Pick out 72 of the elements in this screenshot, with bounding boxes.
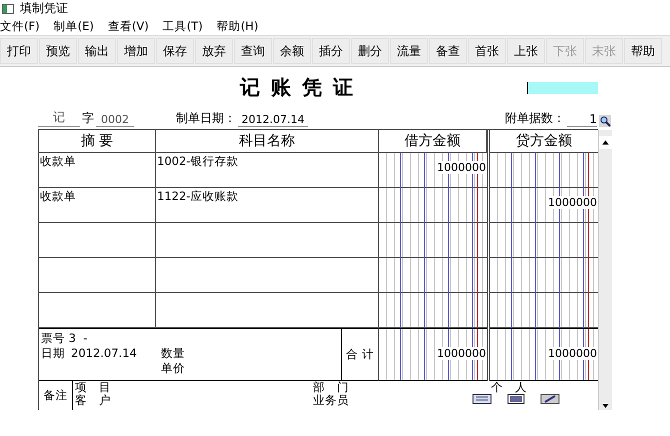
- summary-cell[interactable]: [39, 258, 156, 293]
- input-field[interactable]: [527, 82, 598, 94]
- voucher-number-field[interactable]: 0002: [96, 113, 134, 127]
- amount-cell[interactable]: [490, 223, 598, 258]
- quantity-label: 数量: [161, 346, 185, 361]
- attachments-label: 附单据数：: [505, 110, 565, 127]
- word-label: 字: [82, 110, 94, 127]
- total-amount-cell: 1000000: [379, 328, 487, 381]
- menu-item[interactable]: 制单(E): [54, 18, 94, 34]
- summary-cell[interactable]: 收款单: [39, 153, 156, 188]
- attachments-field[interactable]: 1: [567, 112, 597, 127]
- date-value: 2012.07.14: [71, 346, 138, 362]
- toolbar-button[interactable]: 插分: [312, 38, 350, 64]
- total-label: 合 计: [346, 347, 374, 362]
- remarks-label: 备注: [44, 389, 68, 402]
- date-label: 日期: [41, 346, 65, 362]
- column-header: 借方金额: [379, 130, 487, 153]
- amount-cell[interactable]: 1000000: [490, 188, 598, 223]
- menu-item[interactable]: 查看(V): [108, 18, 149, 34]
- person-label: 个 人: [491, 381, 527, 394]
- toolbar-button[interactable]: 打印: [0, 38, 38, 64]
- price-label: 单价: [161, 361, 185, 376]
- account-cell[interactable]: [156, 258, 379, 293]
- toolbar-button[interactable]: 保存: [156, 38, 194, 64]
- toolbar-button[interactable]: 首张: [468, 38, 506, 64]
- total-amount-cell: 1000000: [490, 328, 598, 381]
- account-cell[interactable]: [156, 293, 379, 328]
- date-label: 制单日期：: [176, 110, 236, 127]
- amount-cell[interactable]: [490, 293, 598, 328]
- scrollbar[interactable]: [598, 130, 612, 410]
- toolbar-button[interactable]: 删分: [351, 38, 389, 64]
- column-header: 摘 要: [39, 130, 156, 153]
- amount-cell[interactable]: [379, 258, 487, 293]
- amount-cell[interactable]: [379, 293, 487, 328]
- ticket-label: 票号: [41, 331, 65, 345]
- summary-cell[interactable]: [39, 223, 156, 258]
- window-title: 填制凭证: [20, 0, 68, 17]
- voucher-title: 记 账 凭 证: [240, 74, 355, 100]
- toolbar-button[interactable]: 增加: [117, 38, 155, 64]
- scroll-up-icon[interactable]: [599, 136, 612, 149]
- summary-cell[interactable]: [39, 293, 156, 328]
- search-icon[interactable]: [599, 115, 611, 127]
- project-label: 项 目: [75, 381, 111, 394]
- amount-cell[interactable]: [490, 153, 598, 188]
- account-cell[interactable]: 1122-应收账款: [156, 188, 379, 223]
- ticket-value: 3 -: [68, 331, 88, 345]
- toolbar-button[interactable]: 上张: [507, 38, 545, 64]
- department-label: 部 门: [313, 381, 349, 394]
- toolbar-button[interactable]: 输出: [78, 38, 116, 64]
- account-cell[interactable]: [156, 223, 379, 258]
- customer-label: 客 户: [75, 394, 111, 407]
- toolbar-button[interactable]: 流量: [390, 38, 428, 64]
- date-field[interactable]: 2012.07.14: [238, 113, 308, 127]
- menu-item[interactable]: 帮助(H): [216, 18, 258, 34]
- salesperson-label: 业务员: [313, 394, 349, 407]
- toolbar-button[interactable]: 预览: [39, 38, 77, 64]
- summary-cell[interactable]: 收款单: [39, 188, 156, 223]
- toolbar-button[interactable]: 备查: [429, 38, 467, 64]
- toolbar-button[interactable]: 放弃: [195, 38, 233, 64]
- account-cell[interactable]: 1002-银行存款: [156, 153, 379, 188]
- toolbar-button[interactable]: 查询: [234, 38, 272, 64]
- amount-cell[interactable]: [490, 258, 598, 293]
- voucher-type-field[interactable]: 记: [38, 109, 80, 127]
- column-header: 科目名称: [156, 130, 379, 153]
- document-icon[interactable]: [471, 394, 493, 404]
- menu-item[interactable]: 文件(F): [0, 18, 40, 34]
- toolbar-button[interactable]: 余额: [273, 38, 311, 64]
- toolbar-button[interactable]: 帮助: [624, 38, 662, 64]
- menu-item[interactable]: 工具(T): [162, 18, 203, 34]
- amount-cell[interactable]: [379, 188, 487, 223]
- amount-cell[interactable]: [379, 223, 487, 258]
- amount-cell[interactable]: 1000000: [379, 153, 487, 188]
